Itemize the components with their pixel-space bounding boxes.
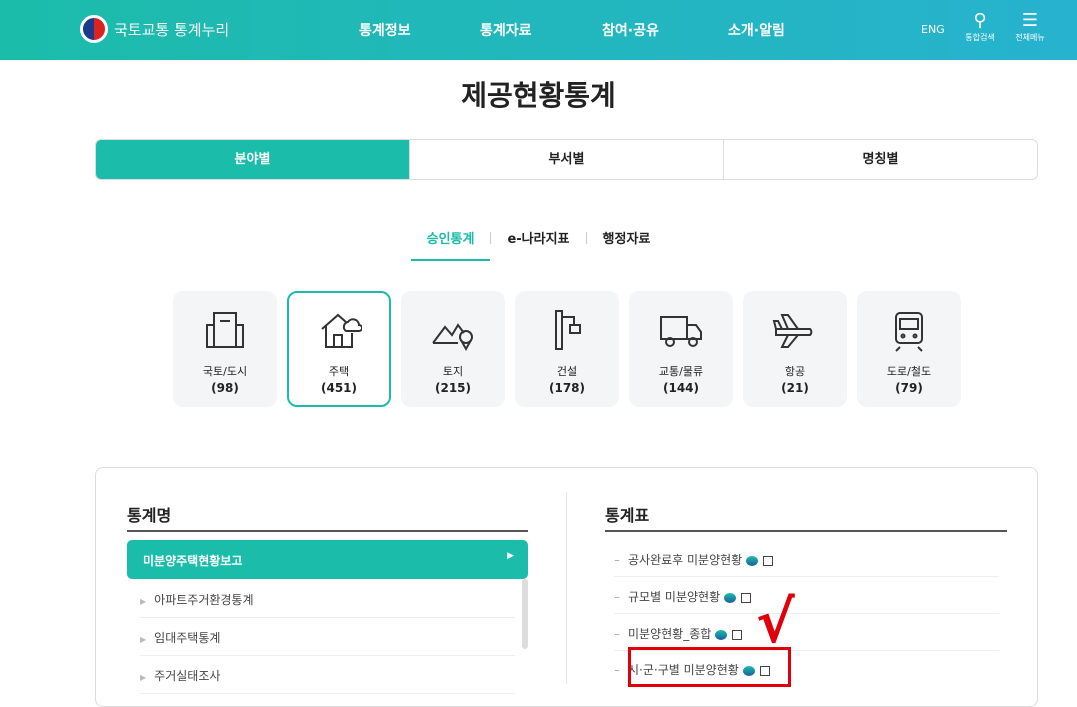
category-aviation[interactable]: 항공 (21) [743, 291, 847, 407]
table-item[interactable]: – 공사완료후 미분양현황 [614, 540, 999, 577]
emblem-icon [80, 15, 108, 43]
divider [127, 530, 528, 532]
arrow-right-icon: ▶ [140, 597, 147, 606]
stat-item-label: 주거실태조사 [154, 669, 221, 683]
category-name: 도로/철도 [886, 365, 932, 378]
menu-button[interactable]: ☰ 전체메뉴 [1010, 10, 1050, 43]
eng-link[interactable]: ENG [921, 23, 945, 36]
layers-icon[interactable] [746, 555, 759, 566]
stats-table-heading: 통계표 [605, 506, 650, 525]
hamburger-icon: ☰ [1021, 10, 1039, 31]
stats-name-heading: 통계명 [127, 506, 172, 525]
stat-item-label: 미분양주택현황보고 [143, 554, 243, 568]
arrow-right-icon: ▶ [140, 635, 147, 644]
category-count: (451) [320, 381, 358, 395]
table-item-label: 규모별 미분양현황 [628, 590, 721, 604]
category-name: 토지 [442, 365, 464, 378]
category-name: 항공 [784, 365, 806, 378]
train-icon [895, 312, 923, 352]
page-title: 제공현황통계 [461, 79, 616, 112]
category-count: (144) [662, 381, 700, 395]
stat-item[interactable]: ▶ 주거실태조사 [140, 656, 515, 694]
category-count: (215) [434, 381, 472, 395]
category-name: 주택 [328, 365, 350, 378]
stat-item[interactable]: ▶ 임대주택통계 [140, 618, 515, 656]
building-icon [206, 312, 244, 348]
nav-participation[interactable]: 참여·공유 [602, 20, 659, 40]
arrow-right-icon: ▶ [507, 551, 514, 561]
crane-icon [555, 310, 581, 350]
copy-icon[interactable] [732, 629, 743, 640]
divider [566, 492, 567, 684]
divider [605, 530, 1007, 532]
house-icon [321, 313, 362, 348]
nav-stats-data[interactable]: 통계자료 [480, 20, 532, 40]
tab-by-department[interactable]: 부서별 [409, 140, 723, 179]
table-item-label: 미분양현황_종합 [628, 627, 712, 641]
stat-item[interactable]: ▶ 아파트주거환경통계 [140, 580, 515, 618]
main-tabs: 분야별 부서별 명칭별 [95, 139, 1038, 180]
category-count: (178) [548, 381, 586, 395]
mountain-pin-icon [432, 323, 473, 352]
sub-tabs: 승인통계 e-나라지표 행정자료 [0, 228, 1077, 261]
copy-icon[interactable] [741, 592, 752, 603]
header: 국토교통 통계누리 통계정보 통계자료 참여·공유 소개·알림 ENG ⚲ 통합검… [0, 0, 1077, 60]
subtab-admin[interactable]: 행정자료 [587, 228, 667, 261]
site-logo[interactable]: 국토교통 통계누리 [80, 15, 229, 43]
search-label: 통합검색 [965, 33, 995, 42]
stat-item-active[interactable]: 미분양주택현황보고 ▶ [127, 540, 528, 579]
layers-icon[interactable] [724, 592, 737, 603]
category-land-city[interactable]: 국토/도시 (98) [173, 291, 277, 407]
truck-icon [660, 316, 702, 347]
airplane-icon [772, 314, 813, 348]
table-item-label: 공사완료후 미분양현황 [628, 553, 743, 567]
category-name: 건설 [556, 365, 578, 378]
logo-text: 국토교통 통계누리 [114, 20, 230, 39]
layers-icon[interactable] [715, 629, 728, 640]
category-road-rail[interactable]: 도로/철도 (79) [857, 291, 961, 407]
scrollbar[interactable] [522, 579, 528, 649]
category-construction[interactable]: 건설 (178) [515, 291, 619, 407]
table-item[interactable]: – 미분양현황_종합 [614, 614, 999, 651]
category-transport[interactable]: 교통/물류 (144) [629, 291, 733, 407]
category-name: 교통/물류 [658, 365, 704, 378]
category-count: (21) [781, 381, 809, 395]
tab-by-name[interactable]: 명칭별 [723, 140, 1037, 179]
table-item[interactable]: – 규모별 미분양현황 [614, 577, 999, 614]
search-icon: ⚲ [973, 10, 987, 31]
nav-stats-info[interactable]: 통계정보 [359, 20, 411, 40]
category-count: (79) [895, 381, 923, 395]
search-button[interactable]: ⚲ 통합검색 [960, 10, 1000, 43]
tab-by-field[interactable]: 분야별 [96, 140, 409, 179]
category-land[interactable]: 토지 (215) [401, 291, 505, 407]
subtab-approved[interactable]: 승인통계 [410, 228, 491, 261]
category-name: 국토/도시 [202, 365, 248, 378]
category-housing[interactable]: 주택 (451) [287, 291, 391, 407]
category-count: (98) [211, 381, 239, 395]
subtab-e-index[interactable]: e-나라지표 [491, 228, 585, 261]
arrow-right-icon: ▶ [140, 673, 147, 682]
check-mark-annotation: √ [756, 588, 795, 656]
menu-label: 전체메뉴 [1015, 33, 1045, 42]
stat-item-label: 임대주택통계 [154, 631, 221, 645]
nav-about[interactable]: 소개·알림 [728, 20, 785, 40]
stat-item-label: 아파트주거환경통계 [154, 593, 254, 607]
category-cards: 국토/도시 (98) 주택 (451) 토지 (215) 건설 (178) 교통/물류 (… [173, 291, 961, 407]
copy-icon[interactable] [763, 555, 774, 566]
